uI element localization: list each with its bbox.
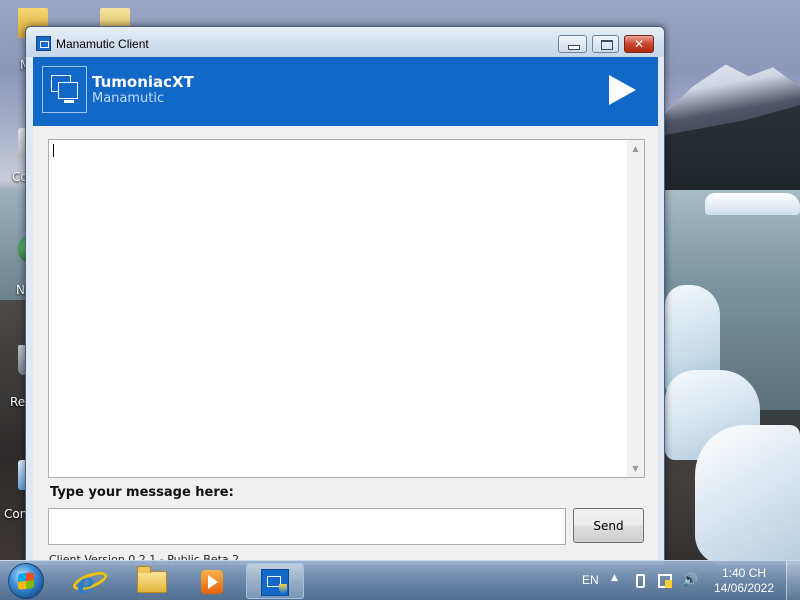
send-button[interactable]: Send bbox=[573, 508, 644, 543]
desktop-wallpaper-ice bbox=[705, 193, 800, 215]
desktop-wallpaper-ice bbox=[695, 425, 800, 565]
taskbar-manamutic-client[interactable] bbox=[246, 563, 304, 599]
text-caret bbox=[53, 144, 54, 157]
header-banner: TumoniacXT Manamutic bbox=[33, 57, 658, 126]
language-indicator[interactable]: EN bbox=[582, 573, 599, 587]
taskbar: e EN ▲ 🔊 1:40 CH 14/06/2022 bbox=[0, 560, 800, 600]
taskbar-media-player[interactable] bbox=[184, 563, 240, 599]
logo-stand bbox=[64, 100, 74, 103]
brand-name: TumoniacXT bbox=[92, 73, 194, 91]
folder-icon bbox=[137, 566, 167, 593]
taskbar-internet-explorer[interactable]: e bbox=[62, 563, 118, 600]
windows-logo-icon bbox=[18, 572, 34, 590]
desktop-icon-label: Con bbox=[4, 507, 28, 521]
show-hidden-icons-icon[interactable]: ▲ bbox=[611, 573, 618, 583]
desktop-icon-label: N bbox=[16, 283, 25, 297]
minimize-button[interactable] bbox=[558, 35, 587, 53]
network-icon[interactable] bbox=[658, 574, 672, 588]
desktop-icon-label: Re bbox=[10, 395, 26, 409]
scroll-down-icon[interactable]: ▼ bbox=[627, 460, 644, 477]
close-icon: ✕ bbox=[633, 37, 645, 51]
play-icon[interactable] bbox=[607, 73, 637, 107]
clock-time: 1:40 CH bbox=[721, 566, 767, 580]
start-button[interactable] bbox=[8, 563, 44, 599]
manamutic-client-icon bbox=[261, 569, 289, 596]
clock-date: 14/06/2022 bbox=[713, 581, 775, 595]
message-label: Type your message here: bbox=[50, 485, 234, 500]
app-window: Manamutic Client ✕ TumoniacXT Manamutic … bbox=[25, 26, 665, 566]
brand-subtitle: Manamutic bbox=[92, 91, 165, 106]
scroll-up-icon[interactable]: ▲ bbox=[627, 140, 644, 157]
chat-log-textarea[interactable]: ▲ ▼ bbox=[48, 139, 645, 478]
battery-icon[interactable] bbox=[636, 574, 645, 588]
logo-screen-front bbox=[58, 82, 78, 99]
media-player-icon bbox=[201, 570, 223, 594]
internet-explorer-icon: e bbox=[77, 567, 95, 600]
taskbar-windows-explorer[interactable] bbox=[123, 563, 179, 599]
window-title: Manamutic Client bbox=[56, 37, 149, 51]
logo-icon bbox=[42, 66, 87, 113]
volume-icon[interactable]: 🔊 bbox=[682, 574, 698, 588]
message-input[interactable] bbox=[48, 508, 566, 545]
close-button[interactable]: ✕ bbox=[624, 35, 654, 53]
maximize-button[interactable] bbox=[592, 35, 619, 53]
taskbar-clock[interactable]: 1:40 CH 14/06/2022 bbox=[705, 566, 783, 596]
window-client-area: TumoniacXT Manamutic ▲ ▼ Type your messa… bbox=[33, 57, 658, 565]
show-desktop-button[interactable] bbox=[786, 561, 800, 600]
app-icon bbox=[36, 36, 51, 51]
window-titlebar[interactable]: Manamutic Client ✕ bbox=[26, 27, 664, 57]
vertical-scrollbar[interactable]: ▲ ▼ bbox=[627, 140, 644, 477]
